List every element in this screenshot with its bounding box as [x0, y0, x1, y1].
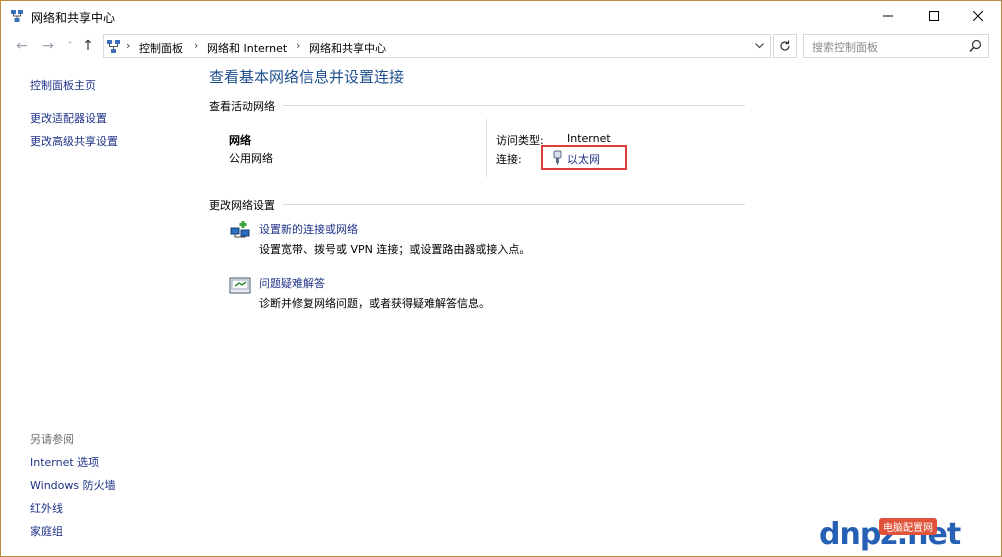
new-connection-icon [230, 221, 250, 238]
troubleshoot-description: 诊断并修复网络问题，或者获得疑难解答信息。 [259, 297, 490, 310]
chevron-down-icon [754, 43, 764, 49]
back-arrow-icon: ← [16, 38, 28, 54]
see-also-heading: 另请参阅 [30, 433, 74, 446]
maximize-button[interactable] [911, 1, 957, 31]
breadcrumb-network-internet[interactable]: 网络和 Internet [207, 40, 287, 56]
title-bar: 网络和共享中心 [1, 1, 1001, 31]
network-center-icon [11, 10, 23, 22]
troubleshoot-icon [229, 277, 251, 294]
search-input[interactable] [812, 39, 962, 55]
change-adapter-settings-link[interactable]: 更改适配器设置 [30, 110, 107, 126]
change-settings-heading: 更改网络设置 [209, 199, 275, 212]
ethernet-connection-link[interactable]: 以太网 [541, 145, 627, 170]
setup-new-connection-link[interactable]: 设置新的连接或网络 [259, 221, 358, 237]
change-advanced-sharing-link[interactable]: 更改高级共享设置 [30, 133, 118, 149]
back-button[interactable]: ← [13, 37, 31, 55]
watermark: dnpz.net 电脑配置网 [819, 516, 999, 554]
minimize-button[interactable] [865, 1, 911, 31]
access-type-value: Internet [567, 132, 611, 145]
control-panel-icon [107, 40, 120, 53]
access-type-label: 访问类型: [496, 134, 544, 147]
breadcrumb-separator: › [126, 39, 131, 52]
up-arrow-icon: ↑ [82, 38, 94, 54]
internet-options-link[interactable]: Internet 选项 [30, 454, 99, 470]
close-button[interactable] [955, 1, 1001, 31]
windows-firewall-link[interactable]: Windows 防火墙 [30, 477, 116, 493]
page-title: 查看基本网络信息并设置连接 [209, 68, 405, 86]
breadcrumb-separator: › [296, 39, 301, 52]
address-dropdown-button[interactable] [752, 38, 766, 54]
control-panel-home-link[interactable]: 控制面板主页 [30, 77, 96, 93]
navigation-bar: ← → ˅ ↑ › 控制面板 › 网络和 Internet › 网络和共享中心 [1, 31, 1001, 61]
search-box [803, 34, 989, 58]
breadcrumb-network-sharing-center[interactable]: 网络和共享中心 [309, 40, 386, 56]
active-networks-heading: 查看活动网络 [209, 100, 275, 113]
connection-label: 连接: [496, 153, 522, 166]
homegroup-link[interactable]: 家庭组 [30, 523, 63, 539]
network-column-divider [486, 119, 487, 177]
network-category: 公用网络 [229, 152, 273, 165]
close-icon [973, 11, 983, 21]
section-divider [283, 204, 745, 205]
minimize-icon [883, 15, 893, 17]
ethernet-label: 以太网 [567, 153, 600, 166]
recent-locations-button[interactable]: ˅ [61, 37, 79, 55]
forward-arrow-icon: → [42, 38, 54, 54]
infrared-link[interactable]: 红外线 [30, 500, 63, 516]
network-name: 网络 [229, 134, 251, 147]
up-button[interactable]: ↑ [79, 37, 97, 55]
breadcrumb-control-panel[interactable]: 控制面板 [139, 40, 183, 56]
chevron-down-icon: ˅ [67, 40, 73, 52]
search-icon[interactable] [969, 39, 982, 53]
forward-button[interactable]: → [39, 37, 57, 55]
maximize-icon [929, 11, 939, 21]
section-divider [283, 105, 745, 106]
breadcrumb-separator: › [194, 39, 199, 52]
address-bar[interactable]: › 控制面板 › 网络和 Internet › 网络和共享中心 [103, 34, 771, 58]
window-title: 网络和共享中心 [31, 11, 116, 25]
ethernet-plug-icon [553, 150, 562, 165]
troubleshoot-problems-link[interactable]: 问题疑难解答 [259, 275, 325, 291]
watermark-badge: 电脑配置网 [879, 518, 937, 535]
refresh-icon [780, 40, 790, 51]
setup-new-connection-description: 设置宽带、拨号或 VPN 连接；或设置路由器或接入点。 [259, 243, 531, 256]
refresh-button[interactable] [773, 34, 797, 58]
control-panel-window: 网络和共享中心 ← → ˅ ↑ › 控制面板 › 网络和 Internet › … [0, 0, 1002, 557]
